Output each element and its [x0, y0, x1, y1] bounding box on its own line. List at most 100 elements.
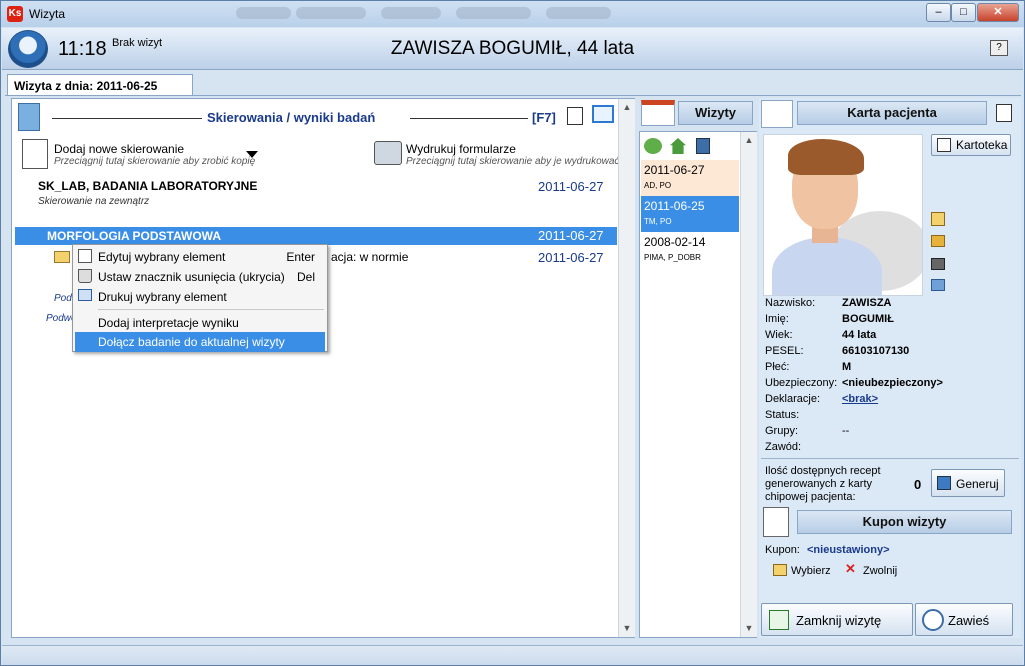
generate-label: Generuj	[956, 477, 999, 491]
coupon-header[interactable]: Kupon wizyty	[797, 510, 1012, 534]
visit-item-selected[interactable]: 2011-06-25 TM, PO	[641, 196, 739, 232]
recipes-count: 0	[914, 477, 922, 492]
selected-referral-row[interactable]: MORFOLOGIA PODSTAWOWA 2011-06-27	[15, 227, 617, 245]
selected-referral-date: 2011-06-27	[538, 228, 604, 243]
printer-icon[interactable]	[374, 141, 402, 165]
window-view-icon[interactable]	[592, 105, 614, 123]
export-icon[interactable]	[931, 279, 945, 291]
patient-panel: Karta pacjenta Kartoteka Nazwisko: ZAWIS…	[759, 98, 1021, 638]
menu-item-edit[interactable]: Edytuj wybrany element Enter	[75, 247, 325, 267]
choose-icon[interactable]	[773, 564, 787, 576]
divider	[52, 118, 202, 119]
card-icon	[937, 476, 951, 490]
kartoteka-label: Kartoteka	[956, 138, 1008, 152]
folder-icon	[54, 251, 70, 263]
camera-icon[interactable]	[931, 258, 945, 270]
status-bar	[2, 645, 1023, 665]
referral-group-note: Skierowanie na zewnątrz	[38, 196, 150, 207]
context-menu: Edytuj wybrany element Enter Ustaw znacz…	[72, 244, 328, 352]
blurred-text	[236, 7, 291, 19]
field-label: Grupy:	[765, 425, 799, 437]
blurred-text	[456, 7, 531, 19]
list-view-icon[interactable]	[996, 104, 1012, 122]
coupon-icon	[763, 507, 789, 537]
clipboard-icon[interactable]	[931, 212, 945, 226]
release-icon[interactable]: ✕	[845, 562, 859, 575]
referrals-scrollbar[interactable]: ▲ ▼	[618, 99, 635, 637]
menu-item-label: Ustaw znacznik usunięcia (ukrycia)	[98, 270, 285, 284]
menu-item-shortcut: Enter	[286, 250, 315, 264]
referral-group-date: 2011-06-27	[538, 179, 604, 194]
referral-group-title[interactable]: SK_LAB, BADANIA LABORATORYJNE	[38, 179, 257, 193]
add-referral-label: Dodaj nowe skierowanie	[54, 142, 185, 156]
visits-scrollbar[interactable]: ▲ ▼	[740, 132, 757, 637]
home-icon[interactable]	[670, 138, 686, 154]
menu-item-label: Dodaj interpretacje wyniku	[98, 316, 239, 330]
field-value: <nieubezpieczony>	[842, 377, 943, 389]
print-forms-hint: Przeciągnij tutaj skierowanie aby je wyd…	[406, 156, 620, 167]
tab-divider	[5, 95, 1021, 96]
users-icon[interactable]	[644, 138, 662, 154]
menu-item-delete[interactable]: Ustaw znacznik usunięcia (ukrycia) Del	[75, 267, 325, 287]
field-label: Płeć:	[765, 361, 790, 373]
scroll-up-icon[interactable]: ▲	[741, 132, 757, 148]
kartoteka-button[interactable]: Kartoteka	[931, 134, 1011, 156]
visit-date: 2011-06-27	[644, 163, 705, 177]
clock-icon	[922, 609, 944, 631]
suspend-button[interactable]: Zawieś	[915, 603, 1013, 636]
blurred-text	[381, 7, 441, 19]
menu-item-attach-to-visit[interactable]: Dołącz badanie do aktualnej wizyty	[75, 332, 325, 352]
recipes-label: Ilość dostępnych recept generowanych z k…	[765, 465, 881, 503]
menu-separator	[98, 309, 324, 310]
field-label: Deklaracje:	[765, 393, 821, 405]
visit-item[interactable]: 2008-02-14 PIMA, P_DOBR	[641, 232, 739, 268]
scroll-down-icon[interactable]: ▼	[619, 620, 635, 636]
blurred-text	[546, 7, 611, 19]
field-label: PESEL:	[765, 345, 804, 357]
field-label: Status:	[765, 409, 800, 421]
field-label: Imię:	[765, 313, 789, 325]
checklist-icon	[769, 610, 789, 630]
menu-item-print[interactable]: Drukuj wybrany element	[75, 287, 325, 307]
shortcut-label: [F7]	[532, 110, 556, 125]
close-window-button[interactable]: ✕	[977, 3, 1019, 22]
menu-item-add-interpretation[interactable]: Dodaj interpretacje wyniku	[75, 313, 325, 333]
visit-date: 2008-02-14	[644, 235, 706, 249]
result-interpretation-text[interactable]: acja: w normie	[331, 250, 408, 264]
help-icon[interactable]: ?	[990, 40, 1008, 56]
visits-panel: 2011-06-27 AD, PO 2011-06-25 TM, PO 2008…	[639, 131, 757, 638]
blurred-text	[296, 7, 366, 19]
field-label: Wiek:	[765, 329, 793, 341]
generate-button[interactable]: Generuj	[931, 469, 1005, 497]
chevron-down-icon[interactable]	[246, 151, 258, 158]
field-value: BOGUMIŁ	[842, 313, 894, 325]
window-title: Wizyta	[29, 7, 65, 21]
scroll-up-icon[interactable]: ▲	[619, 99, 635, 115]
field-value: 44 lata	[842, 329, 877, 341]
tab-visit-date[interactable]: Wizyta z dnia: 2011-06-25	[7, 74, 193, 96]
add-referral[interactable]: Dodaj nowe skierowanie Przeciągnij tutaj…	[54, 142, 255, 167]
maximize-button[interactable]: □	[951, 3, 976, 22]
declarations-link[interactable]: <brak>	[842, 393, 878, 405]
close-visit-label: Zamknij wizytę	[796, 613, 882, 628]
minimize-button[interactable]: –	[926, 3, 951, 22]
visit-staff: PIMA, P_DOBR	[644, 253, 701, 262]
choose-coupon[interactable]: Wybierz	[791, 565, 831, 577]
close-visit-button[interactable]: Zamknij wizytę	[761, 603, 913, 636]
release-coupon[interactable]: Zwolnij	[863, 565, 897, 577]
folder-icon[interactable]	[931, 235, 945, 247]
scroll-down-icon[interactable]: ▼	[741, 620, 757, 636]
add-referral-hint: Przeciągnij tutaj skierowanie aby zrobić…	[54, 156, 256, 167]
field-value: ZAWISZA	[842, 297, 892, 309]
visits-header[interactable]: Wizyty	[678, 101, 753, 125]
patient-card-header[interactable]: Karta pacjenta	[797, 101, 987, 125]
visit-item[interactable]: 2011-06-27 AD, PO	[641, 160, 739, 196]
new-document-icon[interactable]	[22, 139, 48, 169]
section-title: Skierowania / wyniki badań	[207, 110, 376, 125]
list-view-icon[interactable]	[567, 107, 583, 125]
menu-item-label: Drukuj wybrany element	[98, 290, 227, 304]
app-logo-icon: Ks	[7, 6, 23, 22]
print-forms[interactable]: Wydrukuj formularze Przeciągnij tutaj sk…	[406, 142, 619, 167]
building-icon[interactable]	[696, 138, 710, 154]
title-bar: Ks Wizyta – □ ✕	[1, 1, 1024, 27]
